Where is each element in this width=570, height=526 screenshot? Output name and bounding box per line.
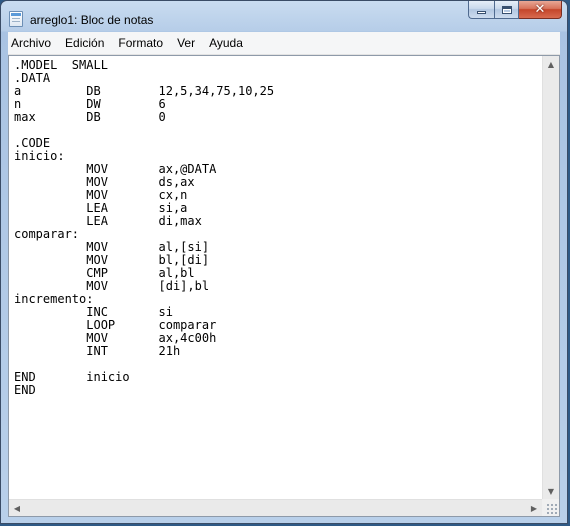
text-area[interactable]: .MODEL SMALL .DATA a DB 12,5,34,75,10,25… — [9, 56, 542, 499]
window-title: arreglo1: Bloc de notas — [30, 13, 154, 27]
menu-formato[interactable]: Formato — [111, 33, 170, 53]
menu-edicion[interactable]: Edición — [58, 33, 111, 53]
vertical-scrollbar[interactable]: ▲ ▼ — [542, 56, 559, 499]
close-button[interactable]: ✕ — [519, 1, 562, 19]
maximize-icon — [501, 5, 512, 14]
resize-corner[interactable] — [542, 499, 559, 516]
text-editor[interactable]: .MODEL SMALL .DATA a DB 12,5,34,75,10,25… — [8, 55, 560, 517]
notepad-window: arreglo1: Bloc de notas ✕ Archivo Edició… — [0, 0, 568, 524]
resize-grip-icon[interactable] — [546, 503, 557, 514]
document-text[interactable]: .MODEL SMALL .DATA a DB 12,5,34,75,10,25… — [9, 56, 542, 397]
close-icon: ✕ — [534, 2, 546, 17]
scroll-left-icon[interactable]: ◀ — [9, 500, 25, 516]
menu-archivo[interactable]: Archivo — [8, 33, 58, 53]
caption-buttons: ✕ — [468, 1, 562, 21]
menu-bar: Archivo Edición Formato Ver Ayuda — [8, 32, 560, 55]
scroll-right-icon[interactable]: ▶ — [526, 500, 542, 516]
notepad-icon[interactable] — [9, 11, 23, 27]
scroll-down-icon[interactable]: ▼ — [543, 483, 559, 499]
title-bar[interactable]: arreglo1: Bloc de notas ✕ — [1, 1, 567, 32]
minimize-button[interactable] — [468, 1, 494, 19]
minimize-icon — [477, 11, 486, 14]
maximize-button[interactable] — [494, 1, 519, 19]
scroll-up-icon[interactable]: ▲ — [543, 56, 559, 72]
menu-ver[interactable]: Ver — [170, 33, 202, 53]
horizontal-scrollbar[interactable]: ◀ ▶ — [9, 499, 542, 516]
menu-ayuda[interactable]: Ayuda — [202, 33, 250, 53]
